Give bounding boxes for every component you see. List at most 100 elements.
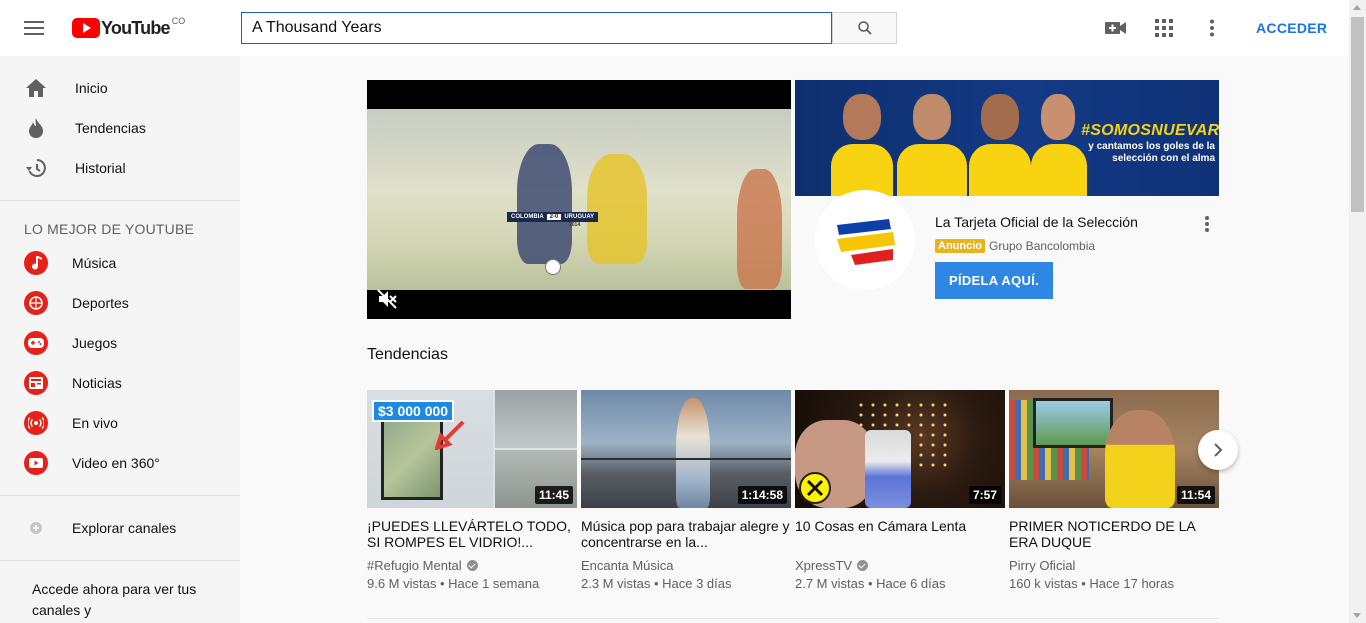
shelf-next-button[interactable]	[1198, 430, 1238, 470]
sidebar: Inicio Tendencias Historial LO MEJOR DE …	[0, 56, 240, 623]
sidebar-item-deportes[interactable]: Deportes	[0, 283, 240, 323]
video-title[interactable]: Música pop para trabajar alegre y concen…	[581, 518, 791, 550]
video-meta: 9.6 M vistas • Hace 1 semana	[367, 576, 540, 591]
video-card[interactable]: $3 000 000 11:45 ¡PUEDES LLEVÁRTELO TODO…	[367, 390, 577, 591]
video-player-figure	[587, 154, 647, 264]
play-logo-icon	[72, 18, 100, 38]
logo-text: YouTube	[101, 17, 171, 38]
video-player-figure	[737, 169, 782, 289]
gamepad-icon	[24, 331, 48, 355]
muted-volume-icon[interactable]	[377, 289, 397, 309]
sidebar-item-label: Historial	[75, 160, 126, 176]
apps-grid-icon[interactable]	[1152, 16, 1176, 40]
video-meta: 160 k vistas • Hace 17 horas	[1009, 576, 1174, 591]
video-card[interactable]: 1:14:58 Música pop para trabajar alegre …	[581, 390, 791, 591]
sidebar-item-label: Tendencias	[75, 120, 146, 136]
scoreboard-team-right: URUGUAY	[564, 214, 595, 220]
menu-icon[interactable]	[24, 18, 48, 38]
video-duration: 1:14:58	[737, 486, 787, 504]
sports-icon	[24, 291, 48, 315]
banner-person	[897, 90, 967, 196]
railing-line	[581, 458, 791, 460]
sidebar-item-label: Inicio	[75, 80, 108, 96]
section-title-tendencias: Tendencias	[367, 346, 448, 363]
video-thumbnail[interactable]: $3 000 000 11:45	[367, 390, 577, 508]
more-options-icon[interactable]	[1200, 16, 1224, 40]
ad-badge: Anuncio	[935, 239, 985, 253]
video-duration: 11:45	[534, 486, 573, 504]
video-thumbnail[interactable]: 1:14:58	[581, 390, 791, 508]
search-button[interactable]	[832, 12, 897, 44]
video-channel[interactable]: #Refugio Mental	[367, 558, 577, 573]
sidebar-item-musica[interactable]: Música	[0, 243, 240, 283]
video-card[interactable]: 7:57 10 Cosas en Cámara Lenta XpressTV 2…	[795, 390, 1005, 591]
glass-box-image	[381, 416, 443, 500]
video-channel[interactable]: XpressTV	[795, 558, 1005, 573]
ad-title[interactable]: La Tarjeta Oficial de la Selección	[935, 214, 1138, 230]
add-circle-icon	[24, 516, 48, 540]
video-card[interactable]: 11:54 PRIMER NOTICERDO DE LA ERA DUQUE P…	[1009, 390, 1219, 591]
ad-cta-button[interactable]: PÍDELA AQUÍ.	[935, 262, 1053, 299]
logo-country-code: CO	[171, 16, 186, 26]
video-title[interactable]: PRIMER NOTICERDO DE LA ERA DUQUE	[1009, 518, 1219, 550]
video-thumbnail[interactable]: 7:57	[795, 390, 1005, 508]
masthead: YouTube CO A Thousand Years ACCEDER	[0, 0, 1349, 56]
video-player-figure	[517, 144, 572, 264]
scroll-up-arrow-icon[interactable]	[1353, 5, 1361, 10]
person-figure	[676, 398, 710, 508]
ad-advertiser: Grupo Bancolombia	[989, 239, 1096, 253]
sidebar-item-juegos[interactable]: Juegos	[0, 323, 240, 363]
sidebar-item-tendencias[interactable]: Tendencias	[0, 108, 240, 148]
channel-name: Encanta Música	[581, 558, 674, 573]
video-meta: 2.7 M vistas • Hace 6 días	[795, 576, 946, 591]
video-meta: 2.3 M vistas • Hace 3 días	[581, 576, 732, 591]
signin-button[interactable]: ACCEDER	[1248, 12, 1335, 44]
ad-video-player[interactable]: COLOMBIA 2-0 URUGUAY 2014	[367, 80, 791, 319]
ad-video-frame	[367, 109, 791, 290]
video-title[interactable]: ¡PUEDES LLEVÁRTELO TODO, SI ROMPES EL VI…	[367, 518, 577, 550]
sidebar-item-noticias[interactable]: Noticias	[0, 363, 240, 403]
banner-subtitle: y cantamos los goles de la selección con…	[1088, 141, 1215, 164]
sidebar-divider	[0, 200, 240, 201]
music-icon	[24, 251, 48, 275]
sidebar-item-historial[interactable]: Historial	[0, 148, 240, 188]
scoreboard-overlay: COLOMBIA 2-0 URUGUAY 2014	[507, 212, 599, 228]
sidebar-section-heading: LO MEJOR DE YOUTUBE	[24, 221, 195, 237]
channel-name: #Refugio Mental	[367, 558, 462, 573]
scroll-down-arrow-icon[interactable]	[1353, 613, 1361, 618]
channel-name: XpressTV	[795, 558, 853, 573]
sidebar-divider	[0, 560, 240, 561]
search-icon	[857, 21, 872, 35]
sidebar-item-inicio[interactable]: Inicio	[0, 68, 240, 108]
video-channel[interactable]: Encanta Música	[581, 558, 791, 573]
sidebar-item-label: Juegos	[72, 335, 118, 351]
search-input[interactable]: A Thousand Years	[241, 12, 832, 44]
sidebar-item-en-vivo[interactable]: En vivo	[0, 403, 240, 443]
channel-name: Pirry Oficial	[1009, 558, 1076, 573]
home-icon	[24, 76, 48, 100]
history-icon	[24, 156, 48, 180]
youtube-logo[interactable]: YouTube CO	[72, 16, 186, 39]
video-title[interactable]: 10 Cosas en Cámara Lenta	[795, 518, 1005, 550]
scrollbar-thumb[interactable]	[1351, 17, 1364, 212]
video-duration: 7:57	[968, 486, 1001, 504]
video-thumbnail[interactable]: 11:54	[1009, 390, 1219, 508]
presenter-figure	[1105, 410, 1175, 508]
sidebar-item-label: Música	[72, 255, 117, 271]
advertiser-logo[interactable]	[815, 190, 915, 290]
ad-more-options-icon[interactable]	[1198, 214, 1216, 234]
page-scrollbar[interactable]	[1349, 0, 1366, 623]
sidebar-item-label: Explorar canales	[72, 520, 177, 536]
create-video-icon[interactable]	[1104, 16, 1128, 40]
red-arrow-icon	[435, 420, 465, 450]
sidebar-item-video-360[interactable]: Video en 360°	[0, 443, 240, 483]
x-logo-icon	[799, 472, 831, 504]
ad-banner-image[interactable]: #SOMOSNUEVARAZA y cantamos los goles de …	[795, 80, 1219, 196]
sidebar-item-explorar-canales[interactable]: Explorar canales	[0, 508, 240, 548]
video-channel[interactable]: Pirry Oficial	[1009, 558, 1219, 573]
ad-meta: Anuncio Grupo Bancolombia	[935, 239, 1095, 253]
sidebar-item-label: Deportes	[72, 295, 129, 311]
chevron-right-icon	[1214, 443, 1223, 457]
bancolombia-logo-icon	[837, 219, 895, 265]
scoreboard-team-left: COLOMBIA	[511, 214, 544, 220]
